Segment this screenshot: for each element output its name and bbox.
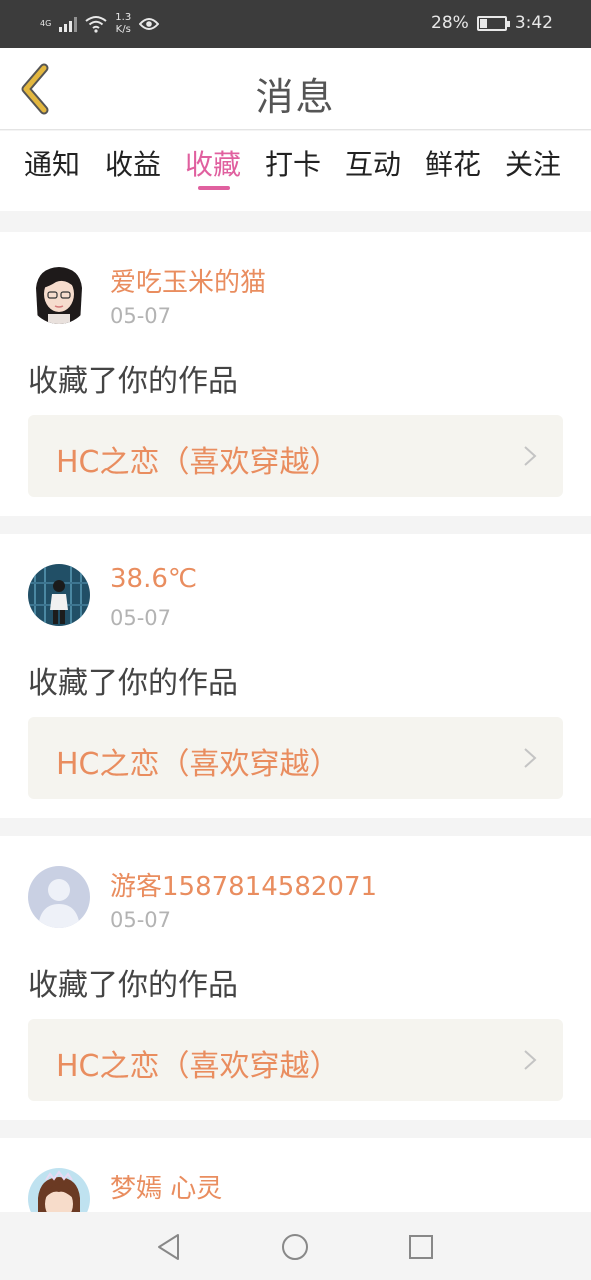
work-title: HC之恋（喜欢穿越） xyxy=(56,1049,340,1084)
net-speed: 1.3 K/s xyxy=(115,12,131,36)
tab-following[interactable]: 关注 xyxy=(505,143,561,183)
tab-earnings[interactable]: 收益 xyxy=(105,143,161,183)
message-text: 收藏了你的作品 xyxy=(28,666,238,701)
battery-icon xyxy=(476,15,510,31)
signal-icon xyxy=(59,16,78,32)
chevron-right-icon xyxy=(524,446,537,466)
avatar[interactable] xyxy=(28,1168,90,1218)
username[interactable]: 游客1587814582071 xyxy=(110,866,377,903)
avatar[interactable] xyxy=(28,564,90,626)
page-title: 消息 xyxy=(255,75,336,119)
work-link[interactable]: HC之恋（喜欢穿越） xyxy=(28,415,563,497)
tab-bar: 通知 收益 收藏 打卡 互动 鲜花 关注 xyxy=(0,131,591,211)
username[interactable]: 38.6℃ xyxy=(110,564,197,594)
nav-home-icon[interactable] xyxy=(278,1230,312,1264)
message-text: 收藏了你的作品 xyxy=(28,364,238,399)
battery-level xyxy=(479,18,487,28)
work-title: HC之恋（喜欢穿越） xyxy=(56,747,340,782)
work-title: HC之恋（喜欢穿越） xyxy=(56,445,340,480)
message-card: 爱吃玉米的猫 05-07 收藏了你的作品 HC之恋（喜欢穿越） xyxy=(0,232,591,516)
message-date: 05-07 xyxy=(110,304,172,328)
chevron-right-icon xyxy=(524,1050,537,1070)
default-avatar[interactable] xyxy=(28,866,90,928)
message-text: 收藏了你的作品 xyxy=(28,968,238,1003)
clock: 3:42 xyxy=(514,13,553,33)
wifi-icon xyxy=(85,16,107,33)
message-card: 梦嫣 心灵 xyxy=(0,1138,591,1218)
tab-flowers[interactable]: 鲜花 xyxy=(425,143,481,183)
status-right: 28% 3:42 xyxy=(431,13,553,33)
system-nav-bar xyxy=(0,1212,591,1280)
eye-icon xyxy=(139,18,160,30)
chevron-right-icon xyxy=(524,748,537,768)
status-left: 4G 1.3 K/s xyxy=(40,12,160,36)
avatar[interactable] xyxy=(28,262,90,324)
username[interactable]: 爱吃玉米的猫 xyxy=(110,262,266,299)
tab-notifications[interactable]: 通知 xyxy=(24,143,80,183)
tab-interaction[interactable]: 互动 xyxy=(345,143,401,183)
header-bar: 消息 xyxy=(0,48,591,130)
message-card: 38.6℃ 05-07 收藏了你的作品 HC之恋（喜欢穿越） xyxy=(0,534,591,818)
work-link[interactable]: HC之恋（喜欢穿越） xyxy=(28,717,563,799)
message-date: 05-07 xyxy=(110,606,172,630)
battery-percent: 28% xyxy=(431,13,469,33)
net-speed-unit: K/s xyxy=(115,24,131,35)
nav-recents-icon[interactable] xyxy=(404,1230,438,1264)
work-link[interactable]: HC之恋（喜欢穿越） xyxy=(28,1019,563,1101)
status-bar: 4G 1.3 K/s 28% 3:42 xyxy=(0,0,591,48)
message-date: 05-07 xyxy=(110,908,172,932)
net-speed-value: 1.3 xyxy=(115,12,132,23)
network-type: 4G xyxy=(40,19,52,28)
tab-favorites[interactable]: 收藏 xyxy=(185,143,241,183)
tab-checkin[interactable]: 打卡 xyxy=(265,143,321,183)
message-card: 游客1587814582071 05-07 收藏了你的作品 HC之恋（喜欢穿越） xyxy=(0,836,591,1120)
active-tab-indicator xyxy=(198,186,230,190)
nav-back-icon[interactable] xyxy=(152,1230,186,1264)
username[interactable]: 梦嫣 心灵 xyxy=(110,1168,222,1205)
